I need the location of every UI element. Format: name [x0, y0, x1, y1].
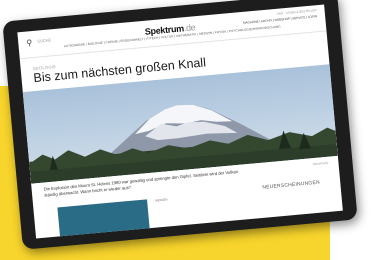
- site-header: ⚲ SUCHE Spektrum.de ABO · LESEN & BESTEL…: [17, 4, 327, 60]
- search-label[interactable]: SUCHE: [37, 37, 51, 43]
- teaser-label: MEDIZIN: [154, 197, 168, 203]
- teaser-thumbnail[interactable]: [57, 199, 150, 238]
- image-credit: Stone/Getty: [312, 160, 329, 167]
- volcano-photo: [29, 104, 338, 184]
- tablet-screen: ⚲ SUCHE Spektrum.de ABO · LESEN & BESTEL…: [17, 4, 343, 239]
- sidebar-heading: NEUERSCHEINUNGEN: [262, 179, 321, 191]
- tablet-frame: ⚲ SUCHE Spektrum.de ABO · LESEN & BESTEL…: [2, 0, 358, 250]
- hero-image[interactable]: [22, 64, 338, 184]
